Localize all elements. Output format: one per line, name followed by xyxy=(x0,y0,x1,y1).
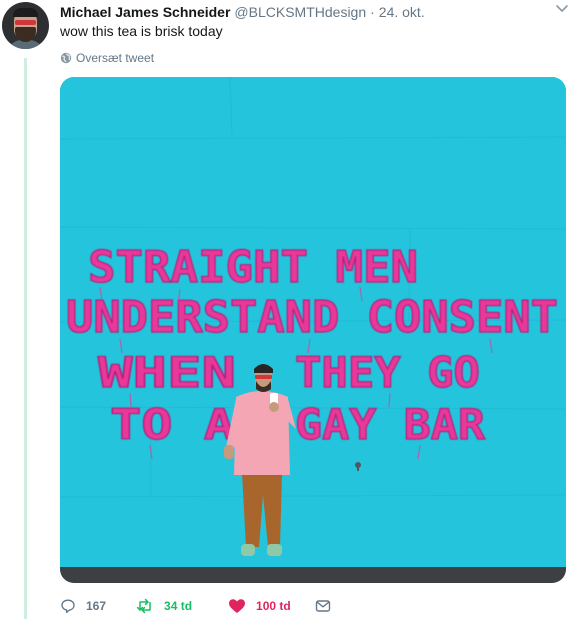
globe-icon xyxy=(60,52,72,64)
translate-label: Oversæt tweet xyxy=(76,51,155,65)
photo-sidewalk xyxy=(60,567,566,583)
direct-message-button[interactable] xyxy=(315,599,341,613)
retweet-count: 34 td xyxy=(164,599,193,613)
reply-count: 167 xyxy=(86,599,107,613)
tweet-date[interactable]: 24. okt. xyxy=(379,4,425,20)
like-count: 100 td xyxy=(256,599,291,613)
retweet-icon xyxy=(136,598,151,614)
like-button[interactable]: 100 td xyxy=(228,598,291,614)
chevron-down-icon[interactable] xyxy=(554,2,570,16)
author-name[interactable]: Michael James Schneider xyxy=(60,4,230,20)
avatar-glasses xyxy=(15,20,36,25)
tweet-text: wow this tea is brisk today xyxy=(60,23,223,39)
envelope-icon xyxy=(315,600,330,612)
avatar-hair xyxy=(13,8,38,17)
tweet-header: Michael James Schneider @BLCKSMTHdesign … xyxy=(60,4,564,22)
reply-icon xyxy=(61,599,75,613)
tweet-photo[interactable]: STRAIGHT MEN UNDERSTAND CONSENT WHEN THE… xyxy=(60,77,566,583)
retweet-button[interactable]: 34 td xyxy=(136,598,192,614)
thread-connector-line xyxy=(24,58,27,619)
header-separator: · xyxy=(370,4,375,20)
translate-tweet-link[interactable]: Oversæt tweet xyxy=(60,51,154,65)
wall-faucet xyxy=(355,462,361,471)
author-handle[interactable]: @BLCKSMTHdesign xyxy=(234,4,366,20)
heart-icon xyxy=(229,599,246,613)
avatar[interactable] xyxy=(2,2,49,49)
tweet-actions: 167 34 td 100 td xyxy=(60,596,359,616)
reply-button[interactable]: 167 xyxy=(60,598,106,614)
